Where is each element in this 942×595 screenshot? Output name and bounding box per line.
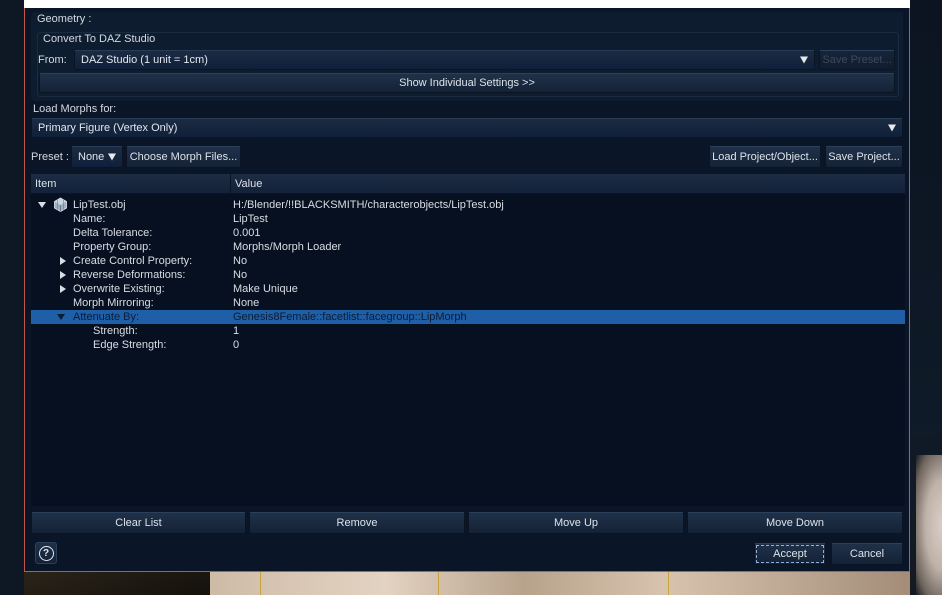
load-morphs-value: Primary Figure (Vertex Only) [38,122,178,134]
tree-item-name: Reverse Deformations: [73,269,186,281]
tree-item-name: Name: [73,213,106,225]
tree-row-create-control-property[interactable]: Create Control Property: No [31,254,905,268]
move-down-button[interactable]: Move Down [687,512,903,534]
chevron-down-icon [800,56,808,64]
load-morphs-select[interactable]: Primary Figure (Vertex Only) [31,118,903,138]
show-individual-settings-button[interactable]: Show Individual Settings >> [39,73,895,93]
tree-item-value[interactable]: Morphs/Morph Loader [233,240,341,254]
tree-item-value[interactable]: Make Unique [233,282,298,296]
tree-row-delta-tolerance[interactable]: Delta Tolerance: 0.001 [31,226,905,240]
choose-morph-files-button[interactable]: Choose Morph Files... [126,146,241,168]
tree-item-name: Property Group: [73,241,152,253]
dialog-title-strip [24,0,910,8]
viewport-background-right [910,0,942,595]
clear-list-button[interactable]: Clear List [31,512,246,534]
tree-row-object[interactable]: LipTest.obj H:/Blender/!!BLACKSMITH/char… [31,197,905,212]
tree-item-value[interactable]: None [233,296,259,310]
tree-item-value[interactable]: 0 [233,338,239,352]
tree-row-reverse-deformations[interactable]: Reverse Deformations: No [31,268,905,282]
tree-item-value[interactable]: 0.001 [233,226,261,240]
move-up-button[interactable]: Move Up [468,512,684,534]
tree-row-name[interactable]: Name: LipTest [31,212,905,226]
tree-item-name: LipTest.obj [73,199,126,211]
tree-item-value[interactable]: No [233,254,247,268]
morph-loader-dialog: Geometry : Convert To DAZ Studio From: D… [24,8,910,572]
expand-arrow-icon[interactable] [60,257,66,265]
tree-item-name: Attenuate By: [73,311,140,323]
tree-item-value[interactable]: No [233,268,247,282]
accept-button[interactable]: Accept [754,543,826,565]
viewport-guide-line [668,572,669,595]
load-morphs-label: Load Morphs for: [33,103,117,115]
from-select-value: DAZ Studio (1 unit = 1cm) [81,54,208,66]
save-preset-button[interactable]: Save Preset... [819,50,895,70]
expand-arrow-icon[interactable] [60,271,66,279]
load-project-button[interactable]: Load Project/Object... [709,146,821,168]
convert-label: Convert To DAZ Studio [43,33,156,45]
scene-dark-area [24,572,210,595]
cancel-button[interactable]: Cancel [831,543,903,565]
preset-select[interactable]: None [71,146,123,168]
column-header-item[interactable]: Item [31,174,230,194]
viewport-background-left [0,0,24,595]
help-icon: ? [38,545,54,561]
from-label: From: [38,54,67,66]
tree-item-name: Strength: [93,325,138,337]
column-header-value[interactable]: Value [231,174,905,194]
geometry-label: Geometry : [37,13,92,25]
tree-item-name: Morph Mirroring: [73,297,154,309]
tree-row-edge-strength[interactable]: Edge Strength: 0 [31,338,905,352]
figure-skin-area [210,572,910,595]
tree-row-overwrite-existing[interactable]: Overwrite Existing: Make Unique [31,282,905,296]
chevron-down-icon [108,153,116,161]
from-select[interactable]: DAZ Studio (1 unit = 1cm) [74,50,815,70]
help-button[interactable]: ? [35,542,57,564]
remove-button[interactable]: Remove [249,512,465,534]
tree-row-attenuate-by[interactable]: Attenuate By: Genesis8Female::facetlist:… [31,310,905,324]
tree-header: Item Value [31,174,905,194]
tree-row-morph-mirroring[interactable]: Morph Mirroring: None [31,296,905,310]
tree-item-name: Edge Strength: [93,339,167,351]
viewport-guide-line [438,572,439,595]
expand-arrow-icon[interactable] [57,314,65,320]
morph-tree[interactable]: Item Value LipTest.obj H:/Blender/!!BLAC… [31,174,905,506]
viewport-guide-line [260,572,261,595]
tree-item-name: Create Control Property: [73,255,193,267]
figure-shoulder-image [916,455,942,595]
tree-item-name: Delta Tolerance: [73,227,153,239]
viewport-background-bottom [24,572,910,595]
preset-label: Preset : [31,151,69,163]
preset-select-value: None [78,151,105,163]
expand-arrow-icon[interactable] [60,285,66,293]
tree-row-property-group[interactable]: Property Group: Morphs/Morph Loader [31,240,905,254]
tree-item-name: Overwrite Existing: [73,283,165,295]
tree-row-strength[interactable]: Strength: 1 [31,324,905,338]
tree-item-value[interactable]: Genesis8Female::facetlist::facegroup::Li… [233,310,467,324]
tree-item-value[interactable]: LipTest [233,212,268,226]
expand-arrow-icon[interactable] [38,202,46,208]
chevron-down-icon [888,124,896,132]
save-project-button[interactable]: Save Project... [825,146,903,168]
tree-item-value: H:/Blender/!!BLACKSMITH/characterobjects… [233,199,504,211]
tree-item-value[interactable]: 1 [233,324,239,338]
geometry-object-icon [54,197,67,212]
